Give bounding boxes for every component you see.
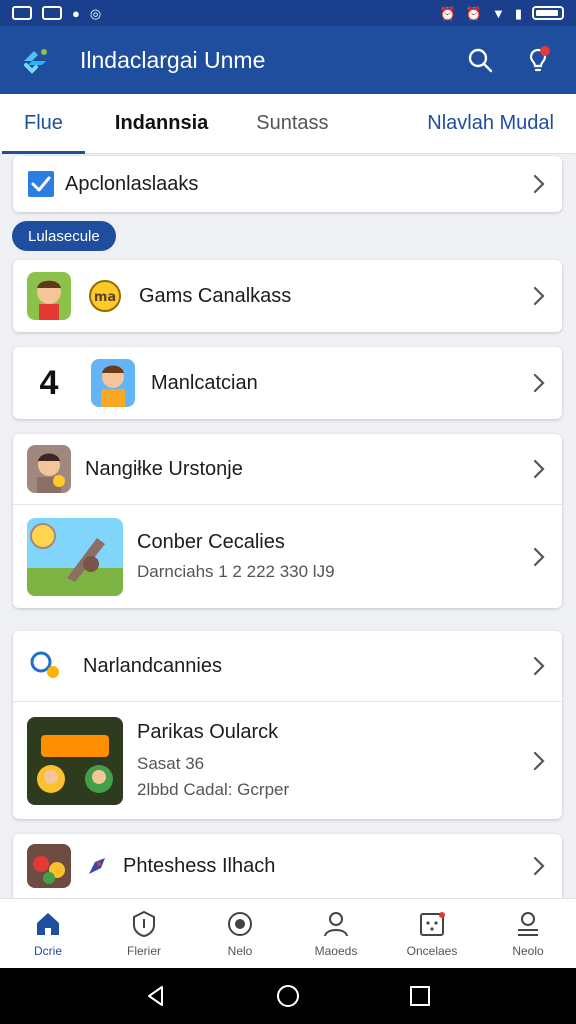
section-card-6: Phteshess Ilhach — [13, 834, 562, 898]
tab-indannsia[interactable]: Indannsia — [115, 94, 208, 154]
list-item-label: Conber Cecalies — [137, 531, 285, 553]
battery-icon — [532, 6, 564, 20]
list-item-subtitle: Darnciahs 1 2 222 330 lJ9 — [137, 562, 335, 581]
nav-label: Oncelaes — [406, 943, 458, 958]
chevron-right-icon — [532, 855, 546, 877]
tab-nlavlah-mudal[interactable]: Nlavlah Mudal — [427, 94, 554, 154]
chevron-right-icon — [532, 750, 546, 772]
list-item[interactable]: Phteshess Ilhach — [13, 834, 562, 898]
chevron-right-icon — [532, 458, 546, 480]
list-item-meta: 2lbbd Cadal: Gcrper — [137, 780, 290, 799]
home-circle-icon[interactable] — [276, 984, 300, 1008]
chevron-right-icon — [532, 655, 546, 677]
nav-label: Dcrie — [33, 943, 62, 958]
chevron-right-icon — [532, 546, 546, 568]
list-item-subtitle: Sasat 36 — [137, 754, 205, 773]
nav-label: Nelo — [227, 943, 253, 958]
section-card-3: 4 Manlcatcian — [13, 347, 562, 419]
nav-item-maoeds[interactable]: Maoeds — [288, 899, 384, 968]
list-item[interactable]: Conber Cecalies Darnciahs 1 2 222 330 lJ… — [13, 504, 562, 608]
game-thumbnail — [27, 272, 71, 320]
nav-label: Flerier — [126, 943, 161, 958]
nav-label: Maoeds — [314, 943, 358, 958]
svg-text:ma: ma — [94, 290, 116, 305]
nav-item-flerier[interactable]: Flerier — [96, 899, 192, 968]
app-logo-icon[interactable] — [18, 43, 52, 77]
status-bar: ● ◎ ⏰ ⏰ ▼ ▮ — [0, 0, 576, 26]
list-item-label: Manlcatcian — [151, 371, 258, 394]
list-item-label: Parikas Oularck — [137, 721, 279, 743]
chevron-right-icon — [532, 173, 546, 195]
notification-badge — [540, 46, 550, 56]
list-item[interactable]: Apclonlaslaaks — [13, 156, 562, 212]
account-icon — [518, 911, 538, 936]
list-item-label: Gams Canalkass — [139, 284, 292, 307]
search-icon — [468, 48, 493, 73]
section-card-1: Apclonlaslaaks — [13, 156, 562, 212]
list-item-label: Narlandcannies — [83, 654, 222, 677]
tab-flue[interactable]: Flue — [2, 94, 85, 154]
category-chip[interactable]: Lulasecule — [12, 221, 116, 251]
chevron-right-icon — [532, 372, 546, 394]
home-icon — [37, 912, 59, 935]
person-icon — [324, 911, 348, 936]
wifi-icon: ▼ — [491, 5, 505, 21]
list-item[interactable]: Narlandcannies — [13, 631, 562, 701]
notifications-button[interactable] — [518, 40, 558, 80]
list-item-label: Phteshess Ilhach — [123, 854, 276, 877]
app-title: Ilndaclargai Unme — [80, 46, 266, 73]
app-bar: Ilndaclargai Unme — [0, 26, 576, 94]
list-item-label: Apclonlaslaaks — [65, 172, 199, 195]
list-item[interactable]: Parikas Oularck Sasat 36 2lbbd Cadal: Gc… — [13, 701, 562, 819]
sync-icon: ◎ — [89, 5, 102, 21]
rocket-icon — [89, 858, 105, 874]
sim-icon: ▮ — [514, 5, 522, 21]
nav-item-home[interactable]: Dcrie — [0, 899, 96, 968]
chevron-right-icon — [532, 285, 546, 307]
game-thumbnail — [27, 445, 71, 493]
game-banner — [27, 716, 123, 805]
list-item[interactable]: ma Gams Canalkass — [13, 260, 562, 332]
chat-icon: ● — [72, 5, 80, 21]
image-icon — [42, 6, 62, 20]
tab-bar: Flue Indannsia Suntass Nlavlah Mudal — [0, 94, 576, 154]
compass-icon — [228, 911, 252, 936]
game-thumbnail — [91, 359, 135, 407]
game-thumbnail — [27, 844, 71, 888]
game-logo: ma — [87, 278, 123, 314]
calendar-icon — [420, 911, 445, 936]
search-button[interactable] — [460, 40, 500, 80]
list-item[interactable]: Nangiłke Urstonje — [13, 434, 562, 504]
section-card-4: Nangiłke Urstonje Conber Cecalies Darnci… — [13, 434, 562, 608]
nav-item-oncelaes[interactable]: Oncelaes — [384, 899, 480, 968]
rank-number: 4 — [39, 363, 59, 402]
nav-item-neolo[interactable]: Neolo — [480, 899, 576, 968]
nav-label: Neolo — [512, 943, 544, 958]
list-item[interactable]: 4 Manlcatcian — [13, 347, 562, 419]
back-icon[interactable] — [144, 984, 168, 1008]
search-badge-icon — [30, 651, 59, 678]
alarm-icon-2: ⏰ — [465, 5, 482, 21]
checkbox-icon[interactable] — [27, 170, 55, 198]
shield-icon — [133, 910, 155, 937]
list-item-label: Nangiłke Urstonje — [85, 457, 243, 480]
tab-suntass[interactable]: Suntass — [256, 94, 328, 154]
section-card-2: ma Gams Canalkass — [13, 260, 562, 332]
nav-item-nelo[interactable]: Nelo — [192, 899, 288, 968]
alarm-icon: ⏰ — [439, 5, 456, 21]
system-navigation-bar — [0, 968, 576, 1024]
bottom-navigation: Dcrie Flerier Nelo Maoeds Oncelaes Neolo — [0, 898, 576, 968]
mail-icon — [12, 6, 32, 20]
section-card-5: Narlandcannies Parikas Oularck Sasat 36 … — [13, 631, 562, 819]
game-banner — [27, 517, 123, 596]
recents-icon[interactable] — [408, 984, 432, 1008]
